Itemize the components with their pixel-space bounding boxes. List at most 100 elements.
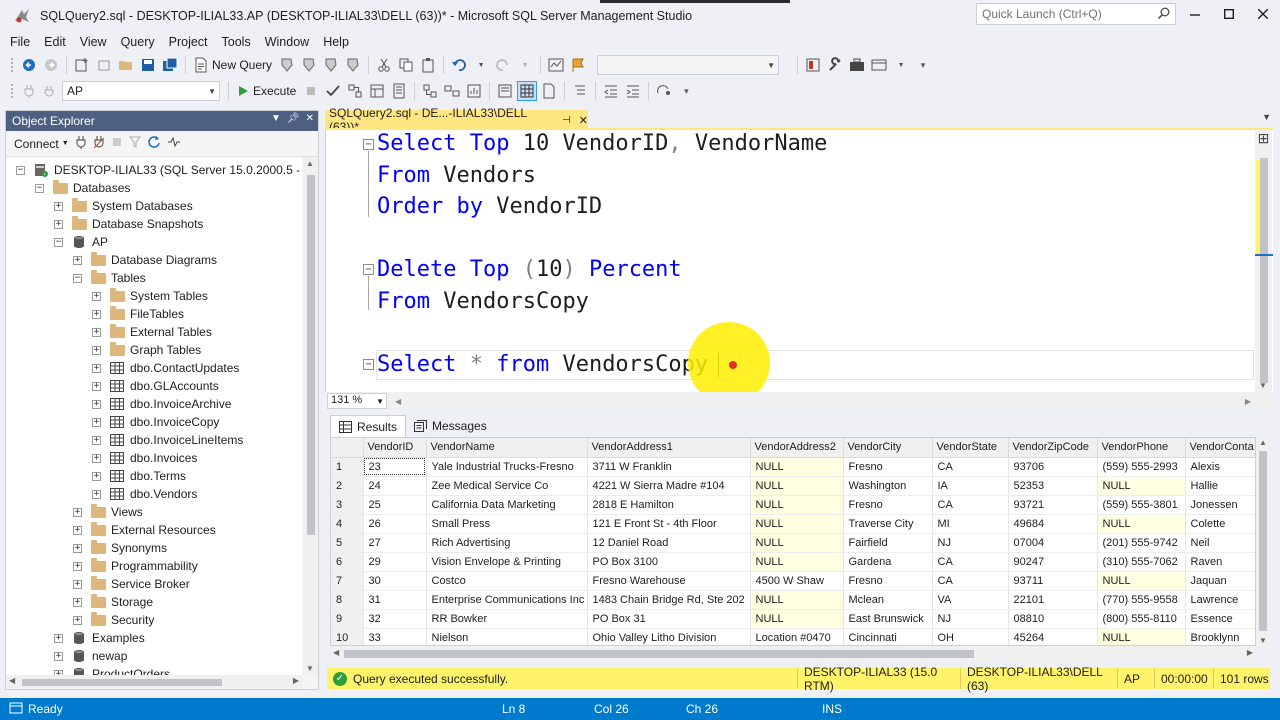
grid-cell[interactable]: 24 [363, 476, 427, 496]
tree-node[interactable]: + Storage [73, 593, 153, 611]
grid-cell[interactable]: NULL [1097, 514, 1186, 534]
grid-cell[interactable]: Traverse City [843, 514, 933, 534]
execute-button[interactable]: Execute [233, 81, 300, 101]
collapse-node-icon[interactable]: − [73, 273, 82, 283]
change-connection-button[interactable] [41, 81, 61, 101]
column-header[interactable]: VendorState [932, 438, 1009, 458]
grid-cell[interactable]: NULL [750, 609, 844, 629]
close-icon[interactable]: ✕ [306, 113, 314, 124]
grid-cell[interactable]: CA [932, 571, 1009, 591]
grid-cell[interactable]: Vision Envelope & Printing [426, 552, 588, 572]
redo-dropdown[interactable]: ▼ [515, 55, 535, 75]
grid-cell[interactable]: 49684 [1008, 514, 1098, 534]
results-grid[interactable]: VendorID VendorName VendorAddress1 VendorAd… [330, 437, 1256, 646]
parse-button[interactable] [323, 81, 343, 101]
tree-node[interactable]: + dbo.InvoiceCopy [92, 413, 219, 431]
row-number[interactable]: 5 [331, 533, 364, 553]
column-header[interactable]: VendorName [426, 438, 588, 458]
expand-node-icon[interactable]: + [54, 651, 63, 661]
grid-cell[interactable]: Yale Industrial Trucks-Fresno [426, 457, 588, 477]
grid-cell[interactable]: Costco [426, 571, 588, 591]
cut-button[interactable] [374, 55, 394, 75]
tab-messages[interactable]: Messages [406, 415, 495, 437]
dax-query-button[interactable] [343, 55, 363, 75]
grid-cell[interactable]: Jonessen [1185, 495, 1255, 515]
column-header[interactable]: VendorID [363, 438, 427, 458]
toolbar2-options-button[interactable]: ▾ [676, 81, 696, 101]
grid-cell[interactable]: 31 [363, 590, 427, 610]
filter-icon[interactable] [128, 136, 141, 151]
grid-cell[interactable]: NULL [1097, 628, 1186, 645]
mdx-query-button[interactable] [277, 55, 297, 75]
table-row[interactable]: 10 33 Nielson Ohio Valley Litho Division Loc… [331, 628, 1255, 645]
row-number[interactable]: 3 [331, 495, 364, 515]
tree-node[interactable]: + Security [73, 611, 154, 629]
tree-node[interactable]: + Database Diagrams [73, 251, 217, 269]
expand-node-icon[interactable]: + [92, 489, 101, 499]
table-row[interactable]: 4 26 Small Press 121 E Front St - 4th Floor… [331, 514, 1255, 534]
scroll-down-icon[interactable]: ▼ [1259, 636, 1267, 645]
grid-cell[interactable]: Neil [1185, 533, 1255, 553]
scroll-down-icon[interactable]: ▼ [306, 664, 314, 673]
results-to-file-button[interactable] [539, 81, 559, 101]
grid-cell[interactable]: 26 [363, 514, 427, 534]
grid-cell[interactable]: Nielson [426, 628, 588, 645]
redo-button[interactable] [493, 55, 513, 75]
grid-cell[interactable]: NJ [932, 533, 1009, 553]
column-header[interactable]: VendorAddress2 [750, 438, 844, 458]
grid-cell[interactable]: Raven [1185, 552, 1255, 572]
grid-cell[interactable]: NULL [750, 552, 844, 572]
grid-cell[interactable]: 4221 W Sierra Madre #104 [587, 476, 751, 496]
toolbar-grip[interactable] [10, 83, 14, 99]
database-selector[interactable]: AP ▼ [62, 81, 220, 101]
menu-edit[interactable]: Edit [37, 35, 73, 49]
grid-cell[interactable]: 32 [363, 609, 427, 629]
new-query-button[interactable]: New Query [190, 55, 276, 75]
scroll-right-icon[interactable]: ▶ [1247, 648, 1253, 657]
tree-node[interactable]: + Service Broker [73, 575, 190, 593]
properties-button[interactable] [825, 55, 845, 75]
xmla-query-button[interactable] [321, 55, 341, 75]
grid-cell[interactable]: California Data Marketing [426, 495, 588, 515]
scroll-up-icon[interactable]: ▲ [1259, 438, 1267, 447]
tree-node[interactable]: + System Databases [54, 197, 193, 215]
toolbar-grip[interactable] [10, 57, 14, 73]
object-explorer-vscrollbar[interactable]: ▲ ▼ [303, 157, 318, 675]
comment-button[interactable] [570, 81, 590, 101]
scroll-thumb[interactable] [22, 679, 222, 686]
grid-cell[interactable]: NULL [1097, 476, 1186, 496]
tree-node[interactable]: + Synonyms [73, 539, 167, 557]
tree-node[interactable]: − Databases [35, 179, 130, 197]
tree-node[interactable]: + Database Snapshots [54, 215, 203, 233]
grid-cell[interactable]: Zee Medical Service Co [426, 476, 588, 496]
row-number[interactable]: 7 [331, 571, 364, 591]
scroll-left-icon[interactable]: ◀ [333, 648, 339, 657]
collapse-node-icon[interactable]: − [16, 165, 25, 175]
grid-cell[interactable]: Brooklynn [1185, 628, 1255, 645]
grid-cell[interactable]: 08810 [1008, 609, 1098, 629]
connect-plug-icon[interactable] [75, 135, 87, 152]
scroll-right-icon[interactable]: ▶ [293, 676, 299, 685]
expand-node-icon[interactable]: + [92, 435, 101, 445]
menu-window[interactable]: Window [258, 35, 316, 49]
row-number[interactable]: 8 [331, 590, 364, 610]
grid-cell[interactable]: Enterprise Communications Inc [426, 590, 588, 610]
minimize-button[interactable] [1178, 0, 1212, 28]
grid-cell[interactable]: CA [932, 457, 1009, 477]
grid-cell[interactable]: (559) 555-2993 [1097, 457, 1186, 477]
grid-cell[interactable]: Cincinnati [843, 628, 933, 645]
grid-cell[interactable]: (310) 555-7062 [1097, 552, 1186, 572]
grid-cell[interactable]: (800) 555-8110 [1097, 609, 1186, 629]
expand-node-icon[interactable]: + [92, 345, 101, 355]
toolbar-options-button[interactable]: ▾ [913, 55, 933, 75]
connect-dropdown[interactable]: Connect ▼ [14, 137, 69, 151]
expand-node-icon[interactable]: + [54, 201, 63, 211]
expand-node-icon[interactable]: + [92, 309, 101, 319]
save-all-button[interactable] [160, 55, 180, 75]
tree-node[interactable]: + Graph Tables [92, 341, 201, 359]
row-number[interactable]: 9 [331, 609, 364, 629]
grid-cell[interactable]: Fresno [843, 457, 933, 477]
results-to-text-mode-button[interactable] [495, 81, 515, 101]
grid-cell[interactable]: 4500 W Shaw [750, 571, 844, 591]
scroll-thumb[interactable] [1259, 451, 1267, 631]
